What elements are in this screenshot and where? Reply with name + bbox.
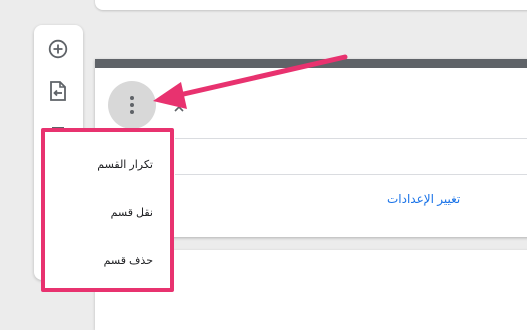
annotation-arrow	[153, 54, 348, 109]
